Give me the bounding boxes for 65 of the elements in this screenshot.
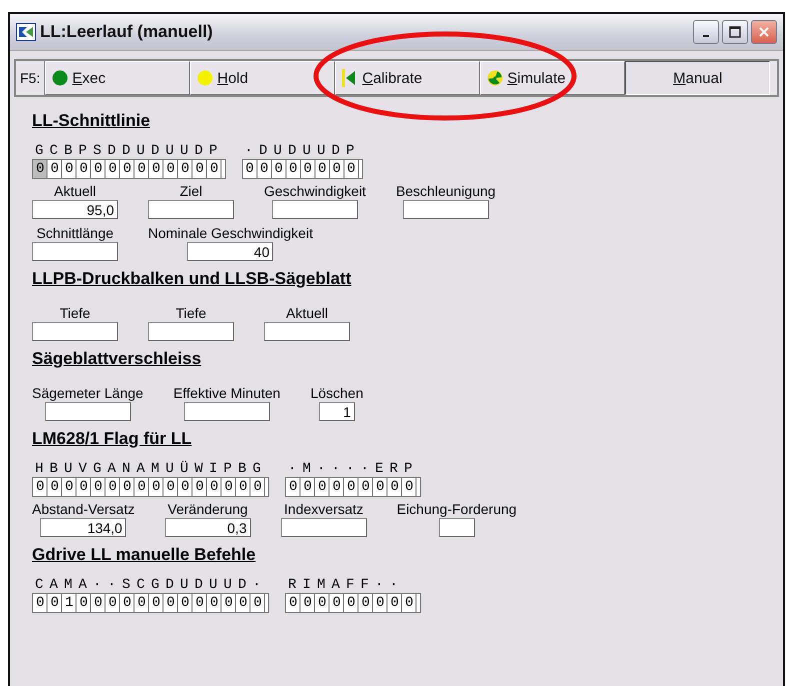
field-label: Schnittlänge — [36, 225, 114, 242]
bit-labels: GCBPSDDUDUUDP — [34, 143, 224, 159]
circle-icon — [52, 70, 68, 86]
maximize-icon — [729, 26, 741, 38]
bit-labels: ·DUDUUDP — [244, 143, 361, 159]
section-heading: Gdrive LL manuelle Befehle — [32, 545, 256, 565]
field-label: Aktuell — [54, 183, 96, 200]
input-field[interactable]: 40 — [187, 242, 274, 261]
bit-field[interactable]: 0000000000000000 — [32, 477, 270, 497]
field-label: Sägemeter Länge — [32, 385, 144, 402]
mode-button[interactable]: Exec — [45, 61, 190, 95]
close-button[interactable] — [751, 20, 777, 44]
section-heading: Sägeblattverschleiss — [32, 349, 202, 369]
input-field[interactable] — [272, 200, 358, 219]
field-label: Abstand-Versatz — [32, 501, 135, 518]
input-field[interactable] — [402, 200, 489, 219]
field-label: Löschen — [310, 385, 364, 402]
mode-button[interactable]: Calibrate — [335, 61, 480, 95]
input-field[interactable] — [148, 322, 234, 341]
input-field[interactable]: 95,0 — [32, 200, 118, 219]
bit-labels: HBUVGANAMUÜWIPBG — [34, 461, 268, 477]
minimize-button[interactable] — [693, 20, 719, 44]
mode-button[interactable]: Hold — [190, 61, 336, 95]
input-field[interactable]: 0,3 — [164, 518, 251, 537]
bit-labels: RIMAFF·· — [287, 577, 404, 593]
input-field[interactable]: 1 — [318, 402, 355, 421]
minimize-icon — [703, 35, 709, 37]
maximize-button[interactable] — [722, 20, 748, 44]
field-label: Indexversatz — [284, 501, 364, 518]
input-field[interactable] — [32, 322, 118, 341]
app-icon — [16, 23, 36, 41]
input-field[interactable] — [280, 518, 367, 537]
section-heading: LM628/1 Flag für LL — [32, 429, 192, 449]
field-label: Aktuell — [286, 305, 328, 322]
radiation-icon — [487, 70, 504, 86]
bit-field[interactable]: 0000000000000 — [32, 159, 226, 179]
input-field[interactable]: 134,0 — [40, 518, 126, 537]
field-label: Effektive Minuten — [173, 385, 280, 402]
bit-field[interactable]: 0010000000000000 — [32, 593, 270, 613]
section-heading: LLPB-Druckbalken und LLSB-Sägeblatt — [32, 269, 352, 289]
field-label: Geschwindigkeit — [264, 183, 366, 200]
input-field[interactable] — [44, 402, 131, 421]
input-field[interactable] — [438, 518, 475, 537]
bit-field[interactable]: 000000000 — [285, 593, 421, 613]
input-field[interactable] — [264, 322, 350, 341]
mode-button[interactable]: Manual — [625, 61, 770, 95]
section-heading: LL-Schnittlinie — [32, 111, 150, 131]
bit-labels: ·M····ERP — [287, 461, 419, 477]
field-label: Beschleunigung — [396, 183, 496, 200]
bit-field[interactable]: 00000000 — [242, 159, 363, 179]
bit-labels: CAMA··SCGDUDUUD· — [34, 577, 268, 593]
input-field[interactable] — [148, 200, 234, 219]
circle-icon — [197, 70, 214, 86]
close-icon — [758, 26, 770, 38]
mode-button[interactable]: Simulate — [480, 61, 626, 95]
input-field[interactable] — [184, 402, 270, 421]
window-title: LL:Leerlauf (manuell) — [40, 22, 213, 42]
field-label: Tiefe — [176, 305, 206, 322]
input-field[interactable] — [32, 242, 118, 261]
bit-field[interactable]: 000000000 — [285, 477, 421, 497]
field-label: Veränderung — [168, 501, 248, 518]
field-label: Eichung-Forderung — [396, 501, 517, 518]
field-label: Ziel — [180, 183, 202, 200]
field-label: Nominale Geschwindigkeit — [148, 225, 313, 242]
field-label: Tiefe — [60, 305, 90, 322]
